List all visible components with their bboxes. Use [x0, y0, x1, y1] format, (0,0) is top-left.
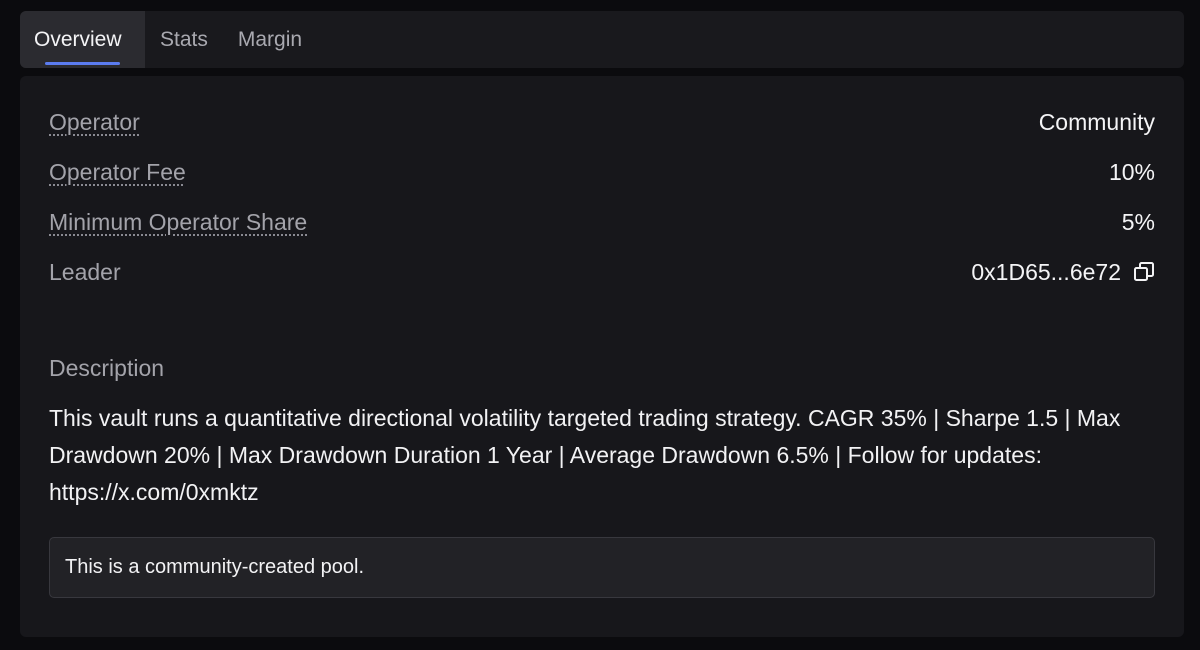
leader-value: 0x1D65...6e72	[971, 259, 1155, 286]
operator-fee-value: 10%	[1108, 158, 1155, 185]
description-heading: Description	[49, 355, 165, 381]
operator-label[interactable]: Operator	[49, 109, 140, 136]
leader-address[interactable]: 0x1D65...6e72	[971, 259, 1121, 286]
tab-stats-label: Stats	[160, 27, 208, 51]
overview-panel: Operator Community Operator Fee 10% Mini…	[20, 76, 1184, 637]
min-operator-share-value: 5%	[1121, 208, 1155, 235]
community-pool-notice: This is a community-created pool.	[49, 537, 1155, 598]
tab-margin[interactable]: Margin	[223, 11, 317, 68]
community-pool-notice-text: This is a community-created pool.	[65, 556, 365, 578]
tab-overview-label: Overview	[34, 27, 122, 51]
tab-overview[interactable]: Overview	[20, 11, 145, 68]
operator-value: Community	[1038, 108, 1155, 135]
min-operator-share-row: Minimum Operator Share 5%	[49, 207, 1155, 237]
description-text: This vault runs a quantitative direction…	[49, 405, 1121, 505]
active-tab-indicator	[45, 62, 120, 65]
operator-row: Operator Community	[49, 107, 1155, 137]
copy-icon[interactable]	[1133, 261, 1155, 283]
operator-fee-label[interactable]: Operator Fee	[49, 159, 186, 186]
tab-margin-label: Margin	[237, 27, 303, 51]
leader-label: Leader	[49, 258, 121, 285]
min-operator-share-label[interactable]: Minimum Operator Share	[49, 209, 307, 236]
operator-fee-row: Operator Fee 10%	[49, 157, 1155, 187]
leader-row: Leader 0x1D65...6e72	[49, 257, 1155, 287]
tab-stats[interactable]: Stats	[145, 11, 223, 68]
tab-bar: Overview Stats Margin	[20, 11, 1184, 68]
